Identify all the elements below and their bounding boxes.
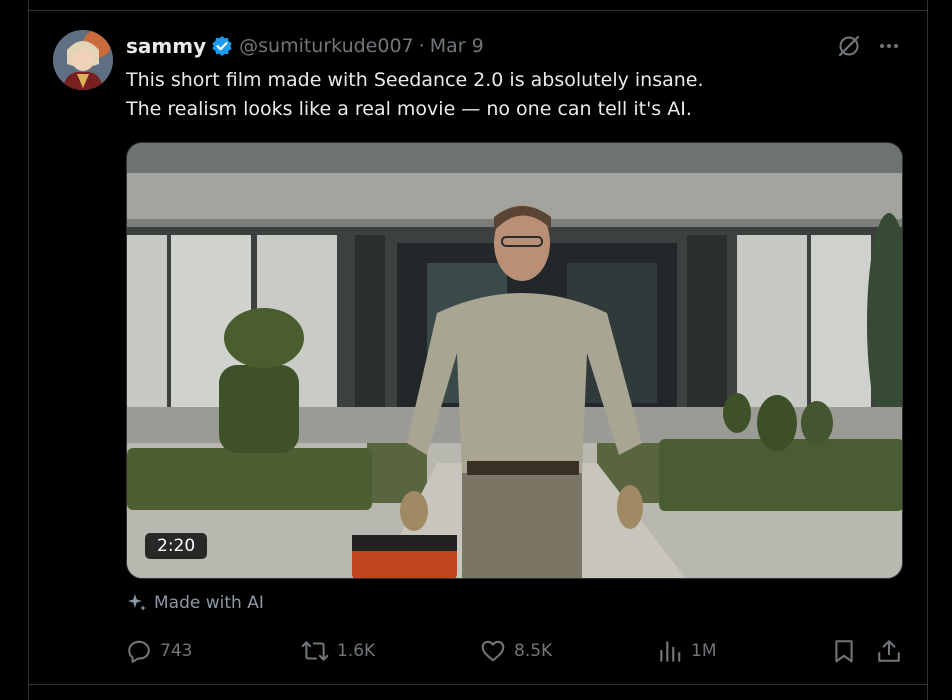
author-name[interactable]: sammy [126, 34, 206, 58]
reply-count: 743 [160, 641, 193, 661]
made-with-ai-label: Made with AI [126, 592, 264, 614]
grok-icon[interactable] [835, 32, 863, 60]
author-handle[interactable]: @sumiturkude007 [239, 35, 414, 57]
bookmark-button[interactable] [831, 634, 865, 668]
video-player[interactable]: 2:20 [126, 142, 903, 579]
repost-count: 1.6K [337, 641, 376, 661]
repost-icon [301, 641, 329, 661]
tweet-text-line: The realism looks like a real movie — no… [126, 98, 692, 120]
made-with-ai-text: Made with AI [154, 593, 264, 613]
tweet-text: This short film made with Seedance 2.0 i… [126, 66, 896, 124]
bookmark-icon [835, 640, 853, 663]
bottom-divider [29, 684, 927, 685]
action-bar: 743 1.6K 8.5K 1M [126, 634, 906, 668]
like-count: 8.5K [514, 641, 553, 661]
share-icon [878, 640, 900, 662]
tweet-header: sammy @sumiturkude007 · Mar 9 [126, 33, 484, 59]
verified-badge-icon [211, 35, 233, 57]
repost-button[interactable]: 1.6K [301, 634, 375, 668]
video-frame [127, 143, 902, 578]
tweet-column: sammy @sumiturkude007 · Mar 9 This short… [28, 0, 928, 700]
views-count: 1M [691, 641, 717, 661]
top-divider [29, 10, 927, 11]
reply-icon [128, 640, 150, 663]
views-button[interactable]: 1M [657, 634, 716, 668]
post-date[interactable]: Mar 9 [430, 35, 484, 57]
views-icon [660, 641, 681, 662]
heart-icon [481, 640, 505, 662]
share-button[interactable] [876, 634, 910, 668]
more-icon[interactable] [875, 32, 903, 60]
video-duration: 2:20 [145, 533, 208, 559]
tweet-text-line: This short film made with Seedance 2.0 i… [126, 69, 704, 91]
separator-dot: · [418, 35, 425, 57]
like-button[interactable]: 8.5K [480, 634, 552, 668]
reply-button[interactable]: 743 [126, 634, 192, 668]
sparkle-icon [128, 594, 146, 611]
avatar[interactable] [53, 30, 113, 90]
